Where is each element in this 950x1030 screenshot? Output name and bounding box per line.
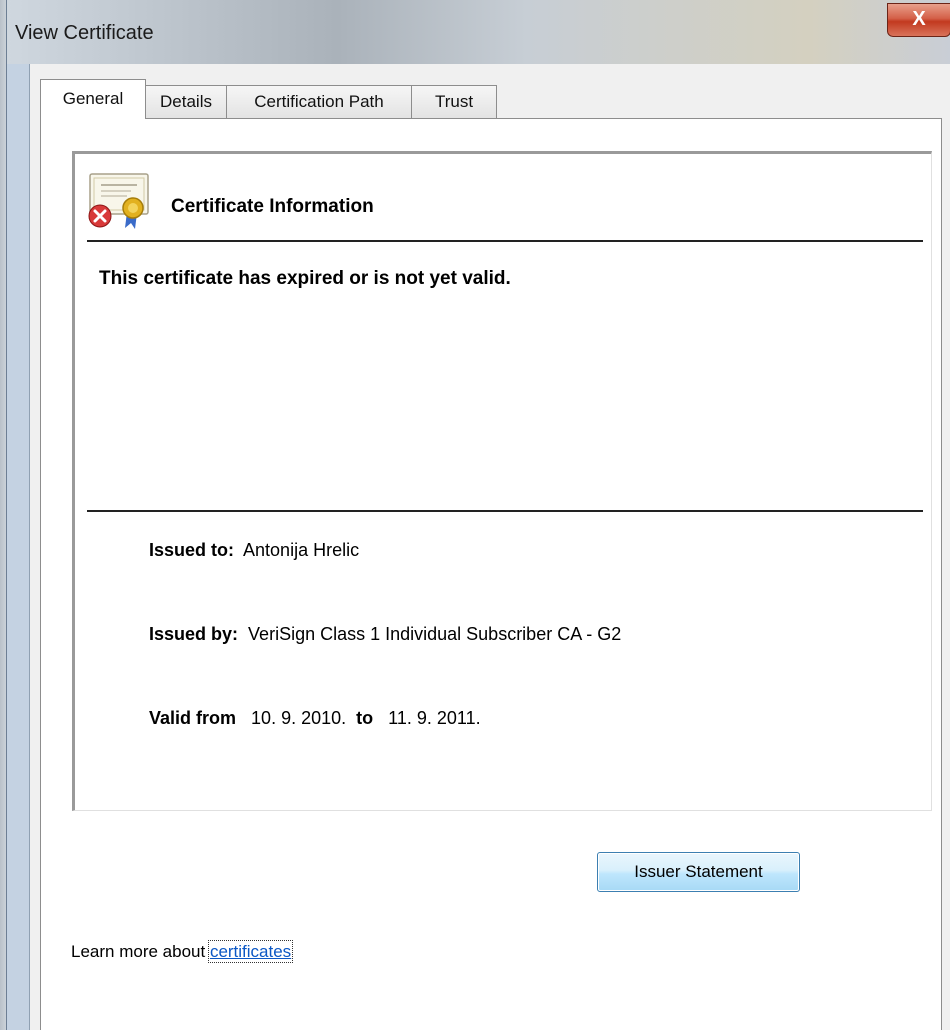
tab-details-label: Details <box>160 92 212 111</box>
issuer-statement-button[interactable]: Issuer Statement <box>597 852 800 892</box>
close-button[interactable]: X <box>887 3 950 37</box>
window-title: View Certificate <box>15 22 154 44</box>
view-certificate-dialog: View Certificate X General Details Certi… <box>6 0 950 1030</box>
heading-divider <box>87 240 923 242</box>
valid-to-value: 11. 9. 2011. <box>388 708 481 728</box>
valid-from-label: Valid from <box>149 708 237 728</box>
certificate-status-message: This certificate has expired or is not y… <box>99 268 511 289</box>
issued-to-value: Antonija Hrelic <box>243 540 360 560</box>
learn-more-text: Learn more about certificates <box>71 940 294 963</box>
close-icon: X <box>912 8 926 30</box>
certificates-link[interactable]: certificates <box>207 940 294 963</box>
tab-general-label: General <box>62 89 124 108</box>
tab-certification-path[interactable]: Certification Path <box>226 85 412 118</box>
details-divider <box>87 510 923 512</box>
tab-trust[interactable]: Trust <box>411 85 497 118</box>
tab-general[interactable]: General <box>40 79 146 119</box>
tab-details[interactable]: Details <box>145 85 227 118</box>
issued-by-row: Issued by: VeriSign Class 1 Individual S… <box>149 624 621 645</box>
valid-to-label: to <box>356 708 374 728</box>
dialog-body: General Details Certification Path Trust <box>29 64 950 1030</box>
certificate-info-heading: Certificate Information <box>171 196 374 217</box>
tab-trust-label: Trust <box>434 92 474 111</box>
issued-by-label: Issued by: <box>149 624 239 644</box>
title-bar[interactable]: View Certificate X <box>7 0 950 64</box>
tab-certification-path-label: Certification Path <box>254 92 384 111</box>
general-tab-page: Certificate Information This certificate… <box>40 118 942 1030</box>
issued-to-label: Issued to: <box>149 540 235 560</box>
certificate-error-icon <box>88 173 149 229</box>
issued-to-row: Issued to: Antonija Hrelic <box>149 540 359 561</box>
learn-more-prefix: Learn more about <box>71 942 206 961</box>
certificate-info-panel: Certificate Information This certificate… <box>72 151 932 811</box>
issued-by-value: VeriSign Class 1 Individual Subscriber C… <box>248 624 622 644</box>
valid-from-value: 10. 9. 2010. <box>251 708 347 728</box>
validity-row: Valid from 10. 9. 2010. to 11. 9. 2011. <box>149 708 481 729</box>
